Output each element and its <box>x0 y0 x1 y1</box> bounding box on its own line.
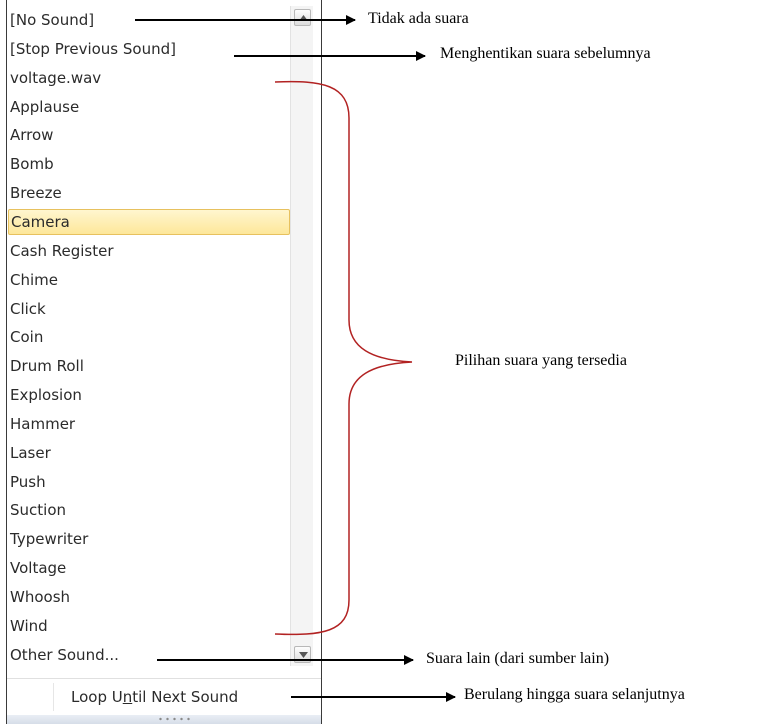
annotation-stop-previous: Menghentikan suara sebelumnya <box>440 45 651 62</box>
annotation-available-sounds: Pilihan suara yang tersedia <box>455 352 627 369</box>
annotation-other-sound: Suara lain (dari sumber lain) <box>426 650 610 667</box>
curly-brace-icon <box>274 80 413 636</box>
annotation-loop: Berulang hingga suara selanjutnya <box>464 686 685 703</box>
annotation-graphics <box>135 15 456 702</box>
annotation-no-sound: Tidak ada suara <box>368 10 469 27</box>
